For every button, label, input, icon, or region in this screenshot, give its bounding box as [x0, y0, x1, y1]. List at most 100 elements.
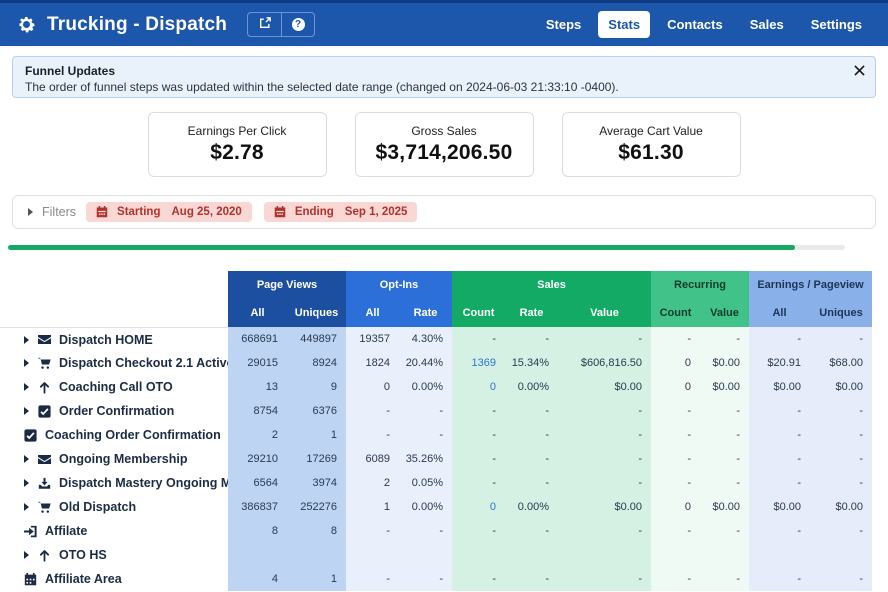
cell-earnings-uniques: $68.00	[810, 351, 872, 375]
cell-pageviews-uniques: 9	[287, 375, 346, 399]
nav-tab[interactable]: Steps	[536, 11, 591, 38]
funnel-step-name: Affiliate Area	[45, 572, 122, 586]
funnel-step-name: Coaching Call OTO	[59, 380, 173, 394]
cell-sales-value: -	[558, 423, 651, 447]
cell-recurring-value: -	[700, 447, 749, 471]
cell-recurring-count	[651, 543, 700, 567]
group-label: Recurring	[651, 271, 749, 299]
cell-optins-all: 19357	[346, 327, 399, 351]
cell-recurring-count: 0	[651, 495, 700, 519]
alert-close-button[interactable]	[854, 64, 865, 79]
cell-earnings-all: -	[749, 327, 810, 351]
cell-sales-count[interactable]: 0	[452, 375, 505, 399]
cell-earnings-all: -	[749, 519, 810, 543]
funnel-step-label[interactable]: Dispatch HOME	[0, 327, 228, 351]
cell-pageviews-all: 29015	[228, 351, 287, 375]
navbar-tabs: Steps Stats Contacts Sales Settings	[536, 11, 872, 38]
cell-optins-rate: 0.00%	[399, 375, 452, 399]
filter-date-badge[interactable]: Starting Aug 25, 2020	[86, 202, 252, 222]
arrow-up-icon	[38, 381, 51, 394]
group-label: Earnings / Pageview	[749, 271, 872, 299]
cell-pageviews-all: 6564	[228, 471, 287, 495]
column-header: Uniques	[810, 307, 872, 319]
cell-pageviews-all: 386837	[228, 495, 287, 519]
cell-pageviews-uniques: 17269	[287, 447, 346, 471]
filter-badge-label: Ending	[295, 206, 334, 218]
download-icon	[38, 477, 51, 490]
cell-earnings-all: -	[749, 447, 810, 471]
cell-optins-all: -	[346, 423, 399, 447]
expand-caret-icon[interactable]	[24, 359, 29, 367]
funnel-step-label[interactable]: Affilate	[0, 519, 228, 543]
stat-card-label: Average Cart Value	[563, 124, 740, 138]
calendar-icon	[24, 573, 37, 586]
nav-tab[interactable]: Sales	[740, 11, 794, 38]
help-button[interactable]: ?	[281, 13, 314, 36]
cell-pageviews-all: 8	[228, 519, 287, 543]
funnel-step-label[interactable]: OTO HS	[0, 543, 228, 567]
cell-optins-rate	[399, 543, 452, 567]
cell-sales-rate: -	[505, 519, 558, 543]
cell-sales-rate: -	[505, 447, 558, 471]
funnel-step-label[interactable]: Ongoing Membership	[0, 447, 228, 471]
cell-sales-rate: 0.00%	[505, 375, 558, 399]
cell-pageviews-all	[228, 543, 287, 567]
funnel-step-name: Dispatch HOME	[59, 333, 153, 347]
sign-in-icon	[24, 525, 37, 538]
stat-card-label: Gross Sales	[356, 124, 533, 138]
cell-recurring-value	[700, 543, 749, 567]
funnel-step-label[interactable]: Dispatch Mastery Ongoing Members…	[0, 471, 228, 495]
column-group-earnings-pageview: Earnings / Pageview All Uniques	[749, 271, 872, 327]
expand-caret-icon[interactable]	[24, 336, 29, 344]
column-header: Value	[558, 307, 651, 319]
funnel-step-label[interactable]: Coaching Call OTO	[0, 375, 228, 399]
expand-caret-icon[interactable]	[24, 383, 29, 391]
cell-recurring-value: $0.00	[700, 351, 749, 375]
filter-date-badge[interactable]: Ending Sep 1, 2025	[264, 202, 418, 222]
filter-badges: Starting Aug 25, 2020 Ending Sep 1, 2025	[86, 202, 417, 222]
cell-sales-rate	[505, 543, 558, 567]
cell-sales-value: -	[558, 471, 651, 495]
cell-pageviews-uniques: 6376	[287, 399, 346, 423]
funnel-updates-alert: Funnel Updates The order of funnel steps…	[12, 56, 876, 98]
funnel-step-label[interactable]: Affiliate Area	[0, 567, 228, 591]
column-group-recurring: Recurring Count Value	[651, 271, 749, 327]
cell-pageviews-uniques	[287, 543, 346, 567]
filters-toggle[interactable]: Filters	[28, 205, 76, 219]
funnel-step-label[interactable]: Dispatch Checkout 2.1 Active	[0, 351, 228, 375]
funnel-step-name: Order Confirmation	[59, 404, 174, 418]
nav-tab[interactable]: Settings	[801, 11, 872, 38]
expand-caret-icon[interactable]	[24, 503, 29, 511]
cell-recurring-count: 0	[651, 351, 700, 375]
cell-earnings-uniques: $0.00	[810, 375, 872, 399]
cell-optins-all	[346, 543, 399, 567]
cell-optins-rate: 35.26%	[399, 447, 452, 471]
group-label: Sales	[452, 271, 651, 299]
cell-recurring-count: -	[651, 471, 700, 495]
external-link-icon	[259, 17, 271, 32]
expand-caret-icon[interactable]	[24, 407, 29, 415]
stat-card-value: $2.78	[149, 141, 326, 165]
cell-recurring-count: -	[651, 399, 700, 423]
cell-sales-rate: -	[505, 399, 558, 423]
cell-sales-rate: -	[505, 567, 558, 591]
funnel-step-label[interactable]: Old Dispatch	[0, 495, 228, 519]
open-funnel-button[interactable]	[248, 13, 281, 36]
expand-caret-icon[interactable]	[24, 455, 29, 463]
cell-pageviews-uniques: 8	[287, 519, 346, 543]
alert-message: The order of funnel steps was updated wi…	[25, 79, 863, 95]
funnel-step-label[interactable]: Order Confirmation	[0, 399, 228, 423]
expand-caret-icon[interactable]	[24, 551, 29, 559]
stat-card-label: Earnings Per Click	[149, 124, 326, 138]
cell-sales-count[interactable]: 0	[452, 495, 505, 519]
expand-caret-icon[interactable]	[24, 479, 29, 487]
close-icon	[854, 64, 865, 79]
filters-bar: Filters Starting Aug 25, 2020 Ending Sep…	[12, 195, 876, 229]
funnel-step-label[interactable]: Coaching Order Confirmation	[0, 423, 228, 447]
cell-sales-value: $606,816.50	[558, 351, 651, 375]
cell-pageviews-all: 29210	[228, 447, 287, 471]
nav-tab[interactable]: Contacts	[657, 11, 733, 38]
stat-cards: Earnings Per Click $2.78 Gross Sales $3,…	[0, 112, 888, 177]
cell-sales-count[interactable]: 1369	[452, 351, 505, 375]
nav-tab[interactable]: Stats	[598, 11, 650, 38]
